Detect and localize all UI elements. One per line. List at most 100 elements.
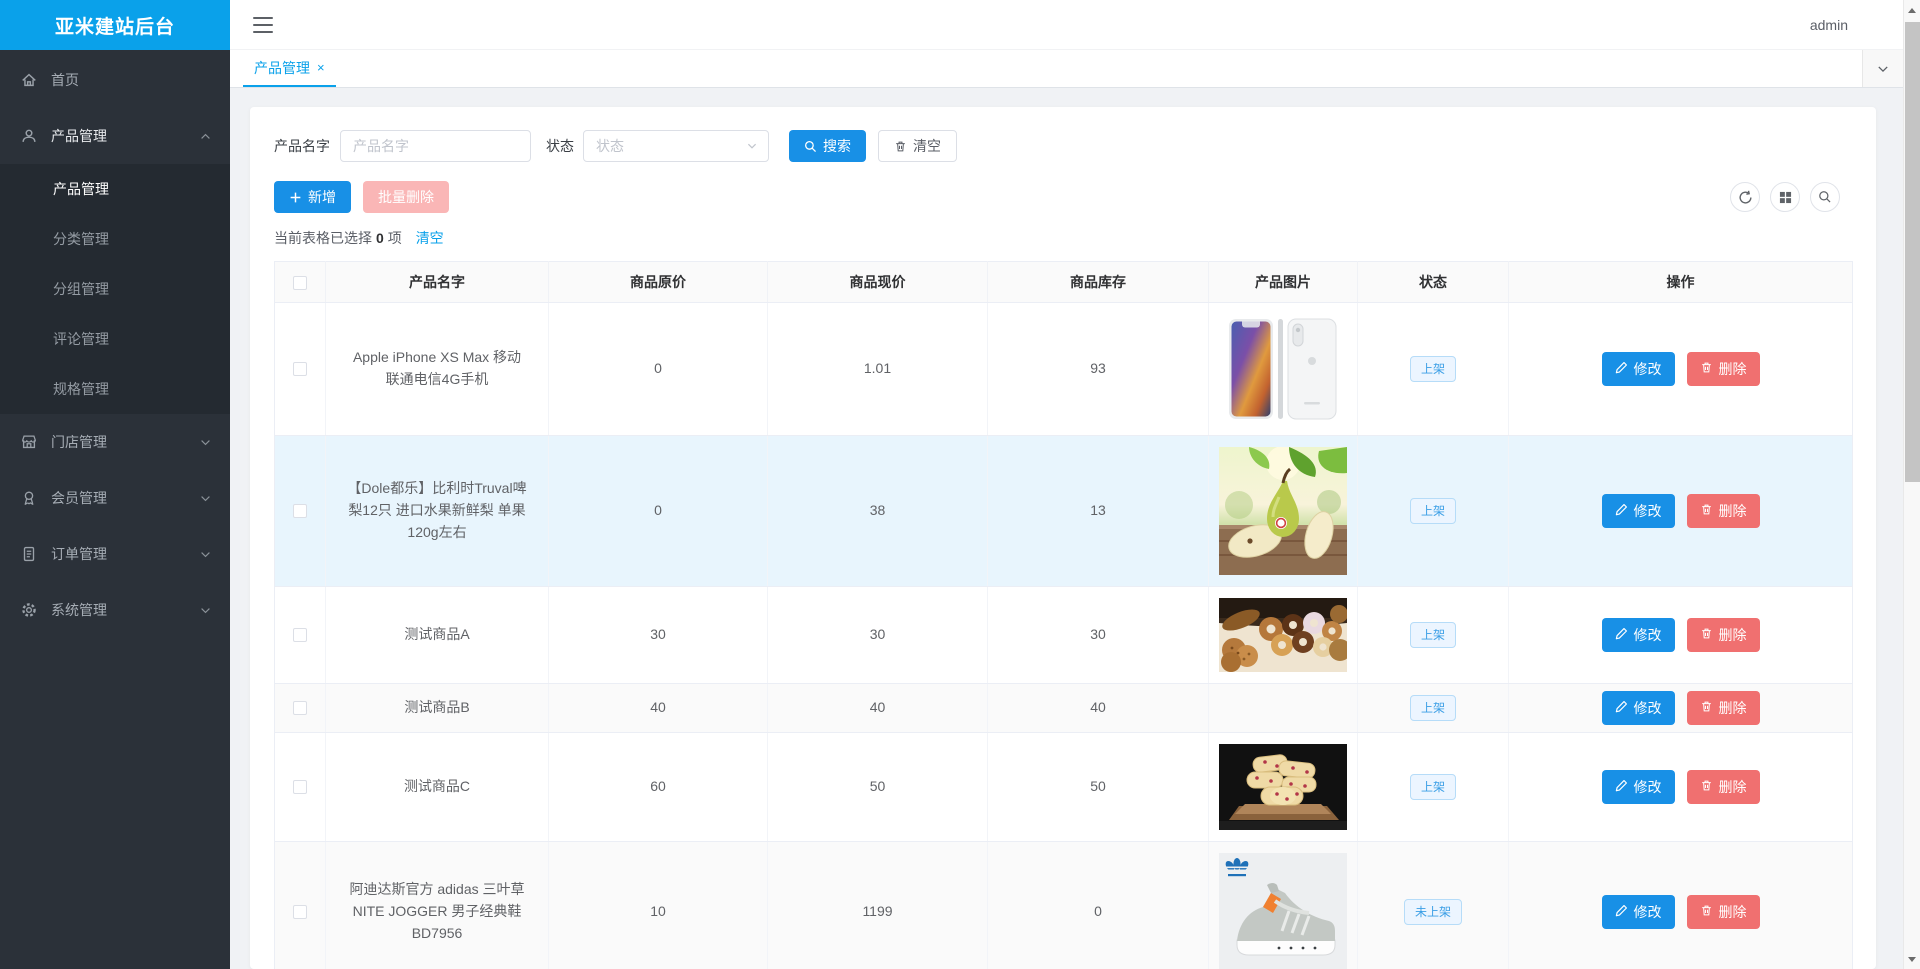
cell-actions: 修改 删除 [1508,586,1853,684]
submenu-item[interactable]: 分组管理 [0,264,230,314]
column-header: 产品名字 [325,261,549,303]
pencil-icon [1615,779,1628,795]
sidebar-item-label: 首页 [51,72,79,88]
cell-actions: 修改 删除 [1508,732,1853,842]
chevron-down-icon [199,548,212,561]
search-icon [805,140,817,152]
selection-clear-link[interactable]: 清空 [416,230,444,246]
scroll-down-arrow[interactable] [1904,951,1920,967]
cell-current-price: 40 [767,683,988,733]
tab-product-management[interactable]: 产品管理 × [243,50,336,87]
batch-delete-button[interactable]: 批量删除 [363,181,449,213]
tab-close-icon[interactable]: × [317,61,325,74]
cell-stock: 0 [987,841,1209,969]
tab-options-button[interactable] [1862,50,1903,87]
delete-button[interactable]: 删除 [1686,618,1760,652]
cell-actions: 修改 删除 [1508,841,1853,969]
chevron-down-icon [1878,65,1888,72]
column-settings-button[interactable] [1770,182,1800,212]
sidebar-item-label: 门店管理 [51,434,107,450]
sidebar-item-system[interactable]: 系统管理 [0,582,230,638]
chevron-down-icon [199,604,212,617]
product-image-donuts [1219,598,1347,672]
cell-product-name: 测试商品C [325,732,549,842]
selection-info: 当前表格已选择 0 项 清空 [274,230,444,246]
cell-stock: 30 [987,586,1209,684]
submenu-item[interactable]: 规格管理 [0,364,230,414]
row-checkbox[interactable] [293,362,307,377]
product-image-sneaker [1219,853,1347,969]
column-header: 状态 [1357,261,1509,303]
sidebar-item-products[interactable]: 产品管理 [0,108,230,164]
status-select-placeholder: 状态 [596,138,624,154]
cell-product-image [1208,683,1358,733]
row-checkbox[interactable] [293,701,307,716]
edit-button[interactable]: 修改 [1601,618,1675,652]
select-all-checkbox[interactable] [293,276,307,291]
cell-status: 上架 [1357,435,1509,587]
status-badge: 上架 [1409,695,1456,721]
chevron-down-icon [746,140,758,152]
scroll-up-arrow[interactable] [1904,2,1920,18]
edit-button[interactable]: 修改 [1601,352,1675,386]
table-tools [1730,182,1840,212]
column-header: 操作 [1508,261,1853,303]
delete-button[interactable]: 删除 [1686,895,1760,929]
product-name-label: 产品名字 [274,138,330,154]
hamburger-menu-icon[interactable] [253,16,273,33]
topbar: admin [230,0,1920,50]
delete-button[interactable]: 删除 [1686,352,1760,386]
add-button[interactable]: 新增 [274,181,351,213]
row-checkbox[interactable] [293,905,307,920]
table-search-button[interactable] [1810,182,1840,212]
delete-button[interactable]: 删除 [1686,770,1760,804]
row-checkbox[interactable] [293,780,307,795]
search-button[interactable]: 搜索 [789,130,866,162]
selection-count: 0 [376,230,384,246]
clear-button[interactable]: 清空 [878,130,957,162]
product-name-input[interactable] [340,130,531,162]
vertical-scrollbar[interactable] [1903,0,1920,969]
sidebar-item-stores[interactable]: 门店管理 [0,414,230,470]
sidebar: 亚米建站后台 首页 产品管理 产品管理 分类管理 分组管理 评论管理 规格管理 门店管理 会员管… [0,0,230,969]
home-icon [20,71,38,89]
edit-button[interactable]: 修改 [1601,770,1675,804]
cell-status: 上架 [1357,683,1509,733]
edit-button[interactable]: 修改 [1601,895,1675,929]
scrollbar-thumb[interactable] [1905,22,1920,482]
tab-bar: 产品管理 × [230,50,1920,88]
sidebar-item-members[interactable]: 会员管理 [0,470,230,526]
app-title: 亚米建站后台 [0,0,230,50]
sidebar-item-label: 订单管理 [51,546,107,562]
pencil-icon [1615,361,1628,377]
gear-icon [20,601,38,619]
refresh-icon [1738,190,1752,204]
member-icon [20,489,38,507]
cell-stock: 13 [987,435,1209,587]
column-header: 商品原价 [548,261,768,303]
submenu-item[interactable]: 产品管理 [0,164,230,214]
submenu-item[interactable]: 评论管理 [0,314,230,364]
submenu-item[interactable]: 分类管理 [0,214,230,264]
cell-status: 上架 [1357,302,1509,436]
status-badge: 上架 [1409,774,1456,800]
status-badge: 未上架 [1403,899,1462,925]
cell-current-price: 1199 [767,841,988,969]
status-select[interactable]: 状态 [583,130,769,162]
delete-button[interactable]: 删除 [1686,691,1760,725]
submenu-products: 产品管理 分类管理 分组管理 评论管理 规格管理 [0,164,230,414]
trash-icon [1700,361,1713,377]
row-checkbox[interactable] [293,628,307,643]
row-checkbox[interactable] [293,504,307,519]
edit-button[interactable]: 修改 [1601,691,1675,725]
user-menu[interactable]: admin [1810,17,1848,33]
delete-button[interactable]: 删除 [1686,494,1760,528]
refresh-button[interactable] [1730,182,1760,212]
status-label: 状态 [546,138,574,154]
sidebar-item-orders[interactable]: 订单管理 [0,526,230,582]
edit-button[interactable]: 修改 [1601,494,1675,528]
cell-actions: 修改 删除 [1508,302,1853,436]
product-table: 产品名字 商品原价 商品现价 商品库存 产品图片 状态 操作 Apple iPhone XS… [274,261,1853,969]
sidebar-item-home[interactable]: 首页 [0,52,230,108]
sidebar-item-label: 会员管理 [51,490,107,506]
